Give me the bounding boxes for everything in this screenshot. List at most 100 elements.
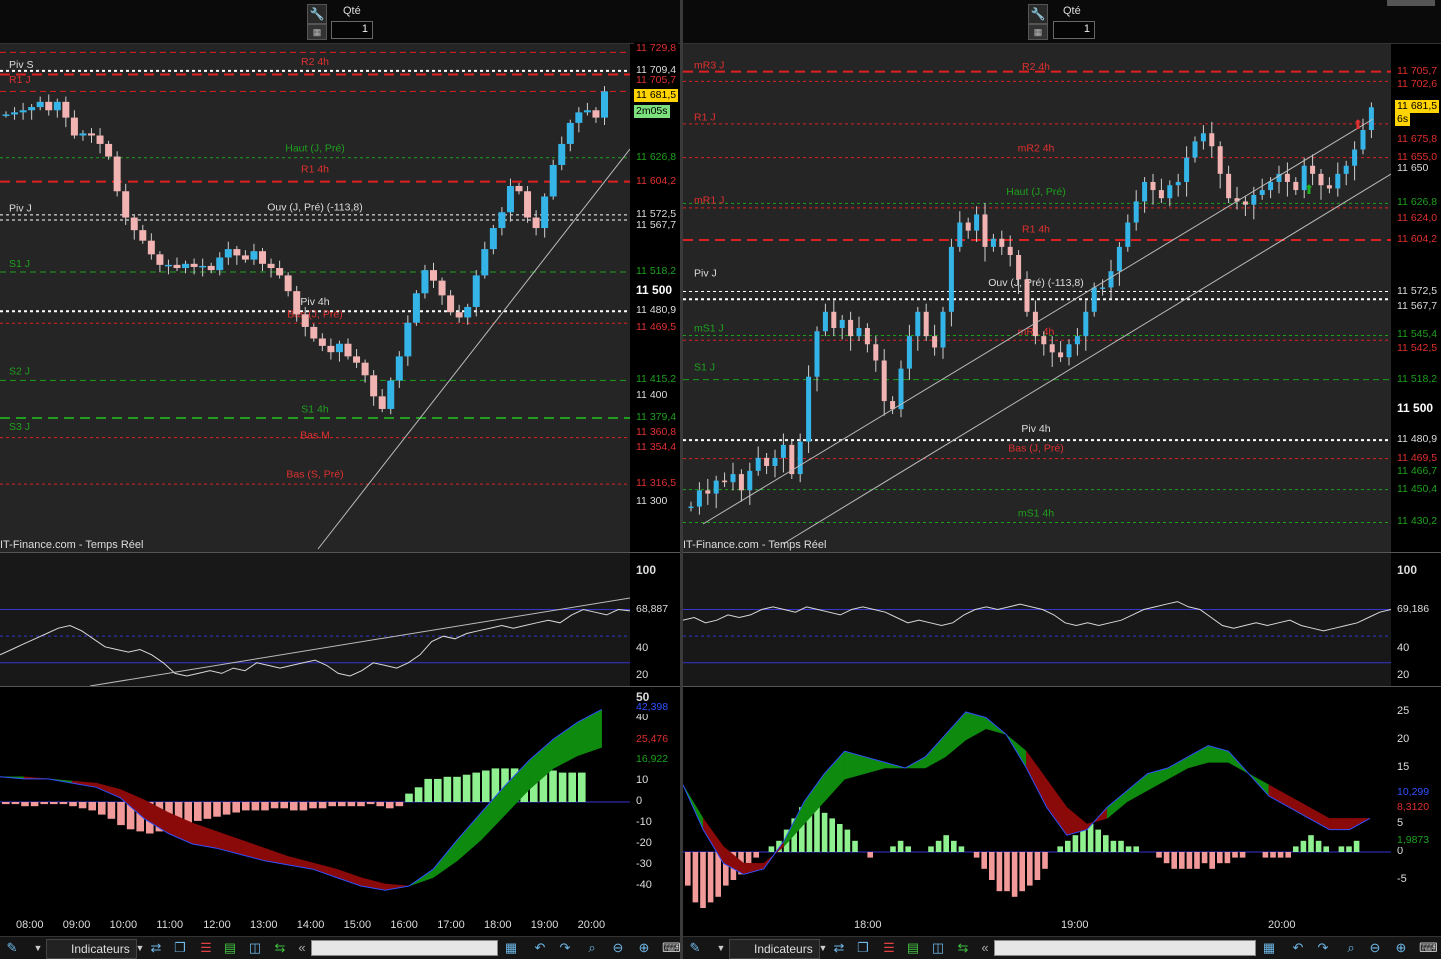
export-icon[interactable]: ⇆	[955, 940, 971, 956]
qty-input[interactable]: 1	[1053, 21, 1095, 39]
macd-histogram-bar	[996, 852, 1003, 892]
macd-histogram-bar	[1057, 846, 1063, 852]
undo-icon[interactable]: ↶	[532, 940, 548, 956]
zoom-fit-icon[interactable]: ⌕	[1343, 940, 1359, 956]
price-tag: 11 518,2	[634, 265, 679, 279]
layout-icon[interactable]: ◫	[930, 940, 946, 956]
candle-body	[864, 328, 870, 345]
candle-body	[36, 101, 44, 108]
undo-icon[interactable]: ↶	[1290, 940, 1306, 956]
keypad-icon[interactable]: ▦	[307, 24, 327, 40]
macd-histogram-bar	[462, 774, 471, 802]
redo-icon[interactable]: ↷	[557, 940, 573, 956]
candle-body	[353, 356, 361, 363]
candle-body	[1158, 190, 1164, 199]
chevron-down-icon[interactable]: ▼	[30, 940, 46, 956]
candle-body	[105, 143, 113, 157]
zoom-out-icon[interactable]: ⊖	[610, 940, 626, 956]
draw-pen-icon[interactable]: ✎	[4, 940, 20, 956]
zoom-in-icon[interactable]: ⊕	[1393, 940, 1409, 956]
rsi-value-tag: 69,186	[1395, 602, 1432, 616]
windows-icon[interactable]: ❐	[172, 940, 188, 956]
time-label: 14:00	[296, 919, 325, 931]
rsi-line	[0, 608, 630, 677]
candle-body	[1310, 165, 1316, 174]
macd-panel[interactable]	[683, 687, 1391, 915]
macd-histogram-bar	[318, 802, 327, 809]
price-chart[interactable]: mR3 J R1 J mR1 J Piv J mS1 J S1 J R2 4h mR2 4h H…	[683, 44, 1391, 552]
level-label: Piv S	[9, 59, 34, 71]
draw-pen-icon[interactable]: ✎	[687, 940, 703, 956]
price-tag: 11 466,7	[1395, 465, 1440, 479]
qty-input[interactable]: 1	[331, 21, 373, 39]
candle-body	[1049, 344, 1055, 353]
candle-body	[881, 360, 887, 402]
zoom-out-icon[interactable]: ⊖	[1367, 940, 1383, 956]
macd-histogram-bar	[837, 824, 843, 852]
macd-histogram-bar	[357, 802, 365, 807]
price-chart[interactable]: R2 J Piv S R1 J Piv J S1 J S2 J S3 J R2 4h Haut …	[0, 44, 630, 552]
keyboard-icon[interactable]: ⌨	[662, 940, 680, 956]
price-tag: 11 542,5	[1395, 342, 1440, 356]
candle-body	[764, 457, 770, 466]
price-axis[interactable]: 11 705,7 11 702,6 11 681,5 6s 11 675,8 11 655…	[1391, 44, 1441, 552]
candle-body	[472, 275, 480, 307]
wrench-icon[interactable]: 🔧	[1028, 4, 1048, 24]
macd-histogram-bar	[453, 776, 461, 802]
candle-body	[130, 217, 138, 231]
candle-body	[601, 91, 608, 118]
price-axis[interactable]: 11 729,8 11 709,4 11 705,7 11 681,5 2m05s 11 …	[630, 42, 680, 552]
macd-histogram-bar	[1346, 846, 1352, 852]
chevron-down-icon[interactable]: ▼	[132, 940, 148, 956]
chevron-down-icon[interactable]: ▼	[815, 940, 831, 956]
windows-icon[interactable]: ❐	[855, 940, 871, 956]
grid-icon[interactable]: ▤	[905, 940, 921, 956]
indicators-button[interactable]: Indicateurs	[46, 939, 137, 959]
redo-icon[interactable]: ↷	[1315, 940, 1331, 956]
macd-histogram-bar	[692, 852, 699, 903]
list-icon[interactable]: ☰	[881, 940, 897, 956]
share-icon[interactable]: ⇄	[831, 940, 847, 956]
grid-icon[interactable]: ▤	[222, 940, 238, 956]
double-chevron-left-icon[interactable]: «	[294, 940, 310, 956]
candle-body	[1242, 201, 1248, 205]
zoom-in-icon[interactable]: ⊕	[636, 940, 652, 956]
calendar-icon[interactable]: ▦	[1261, 940, 1277, 956]
rsi-panel[interactable]	[0, 553, 630, 686]
time-scrollbar[interactable]	[994, 940, 1256, 956]
candle-body	[856, 328, 862, 337]
macd-panel[interactable]	[0, 687, 630, 915]
candle-body	[747, 470, 753, 491]
macd-histogram-bar	[1308, 835, 1314, 852]
macd-histogram-bar	[844, 829, 851, 852]
price-tag: 11 650	[1395, 161, 1431, 175]
wrench-icon[interactable]: 🔧	[307, 4, 327, 24]
candle-body	[1150, 181, 1156, 191]
double-chevron-left-icon[interactable]: «	[977, 940, 993, 956]
layout-icon[interactable]: ◫	[247, 940, 263, 956]
export-icon[interactable]: ⇆	[272, 940, 288, 956]
zoom-fit-icon[interactable]: ⌕	[584, 940, 600, 956]
right-chart-window: 🔧 Qté ▦ 1 mR3 J R1 J mR1 J Piv J mS1 J S1 J R2…	[683, 0, 1441, 959]
keypad-icon[interactable]: ▦	[1028, 24, 1048, 40]
candle-body	[421, 270, 429, 294]
macd-tick: -20	[636, 837, 652, 849]
macd-histogram-bar	[1270, 852, 1276, 858]
calendar-icon[interactable]: ▦	[503, 940, 519, 956]
keyboard-icon[interactable]: ⌨	[1419, 940, 1438, 956]
candle-body	[387, 380, 395, 409]
indicators-button[interactable]: Indicateurs	[729, 939, 820, 959]
macd-signal-ribbon	[1026, 750, 1047, 808]
candle-body	[1184, 157, 1190, 182]
macd-histogram-bar	[1315, 840, 1322, 852]
chevron-down-icon[interactable]: ▼	[713, 940, 729, 956]
candle-body	[438, 280, 446, 296]
list-icon[interactable]: ☰	[198, 940, 214, 956]
candle-body	[755, 457, 761, 471]
rsi-panel[interactable]	[683, 553, 1391, 686]
time-scrollbar[interactable]	[311, 940, 498, 956]
macd-tick: 20	[1397, 733, 1410, 745]
pane-divider[interactable]	[680, 0, 683, 959]
order-toolbar: 🔧 Qté ▦ 1	[683, 0, 1441, 44]
share-icon[interactable]: ⇄	[148, 940, 164, 956]
